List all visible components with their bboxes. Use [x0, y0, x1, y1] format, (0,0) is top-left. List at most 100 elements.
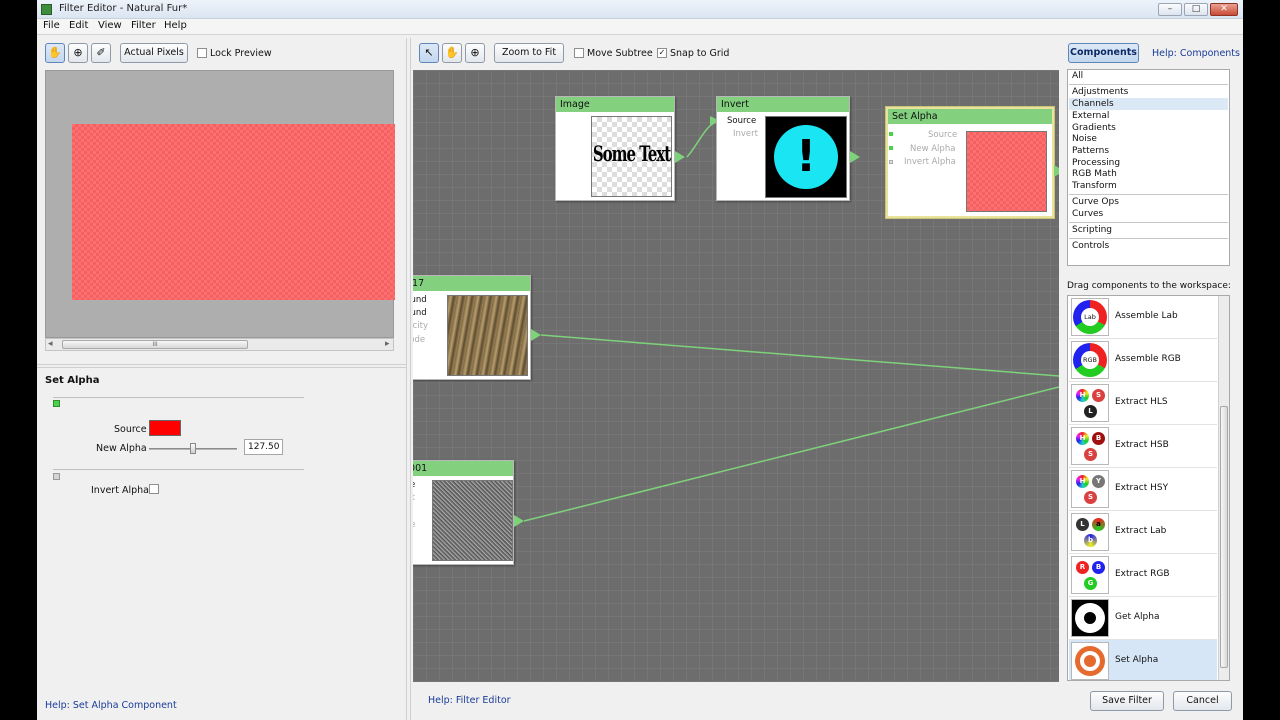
canvas-zoom-tool[interactable]: ⊕ [465, 43, 485, 63]
group-collapse-icon[interactable] [53, 473, 60, 480]
category-item-all[interactable]: All [1069, 70, 1228, 82]
menu-edit[interactable]: Edit [69, 20, 88, 31]
group-expand-icon[interactable] [53, 400, 60, 407]
menu-file[interactable]: File [43, 20, 60, 31]
snap-to-grid-label: Snap to Grid [670, 48, 730, 59]
noise-port-source[interactable]: rce [413, 480, 415, 490]
splitter-vertical[interactable] [406, 38, 411, 720]
noise-node-header[interactable]: .001 [413, 461, 513, 476]
category-item-scripting[interactable]: Scripting [1069, 224, 1228, 236]
components-button[interactable]: Components [1068, 43, 1139, 63]
canvas-hand-tool[interactable]: ✋ [442, 43, 462, 63]
category-item-channels[interactable]: Channels [1069, 98, 1228, 110]
set-alpha-node[interactable]: Set Alpha Source New Alpha Invert Alpha [886, 107, 1054, 218]
component-extract-hls[interactable]: H S L Extract HLS [1069, 382, 1217, 425]
invert-node-header[interactable]: Invert [717, 97, 849, 112]
preview-hand-tool[interactable]: ✋ [45, 43, 65, 63]
image-node[interactable]: Image Some Text [555, 96, 675, 201]
zoom-to-fit-button[interactable]: Zoom to Fit [494, 43, 564, 63]
save-filter-button[interactable]: Save Filter [1090, 691, 1164, 711]
component-assemble-lab[interactable]: Lab Assemble Lab [1069, 296, 1217, 339]
invert-alpha-checkbox[interactable] [149, 484, 159, 494]
app-icon [41, 4, 52, 15]
preview-viewport[interactable] [45, 70, 395, 338]
preview-horizontal-scrollbar[interactable]: ◂ III ▸ [45, 338, 394, 351]
help-set-alpha-link[interactable]: Help: Set Alpha Component [45, 700, 177, 711]
invert-node[interactable]: Invert Source Invert ! [716, 96, 850, 201]
component-get-alpha[interactable]: Get Alpha [1069, 597, 1217, 640]
blend-node-output-port[interactable] [531, 329, 541, 341]
menu-help[interactable]: Help [164, 20, 187, 31]
invert-port-source[interactable]: Source [727, 116, 756, 126]
component-extract-hsy[interactable]: H Y S Extract HSY [1069, 468, 1217, 511]
scroll-right-icon[interactable]: ▸ [385, 339, 390, 349]
actual-pixels-button[interactable]: Actual Pixels [120, 43, 188, 63]
noise-port-contrast[interactable]: ast [413, 493, 415, 503]
snap-to-grid-checkbox[interactable]: ✓ [657, 48, 667, 58]
set-alpha-node-header[interactable]: Set Alpha [888, 109, 1052, 124]
component-list-scroll-thumb[interactable] [1220, 406, 1228, 668]
assemble-rgb-icon: RGB [1071, 341, 1109, 379]
new-alpha-value-input[interactable]: 127.50 [244, 439, 283, 455]
category-item-rgb-math[interactable]: RGB Math [1069, 168, 1228, 180]
set-alpha-port-invert-alpha[interactable]: Invert Alpha [904, 157, 956, 167]
set-alpha-port-new-alpha[interactable]: New Alpha [910, 144, 955, 154]
new-alpha-slider-thumb[interactable] [190, 443, 196, 454]
category-item-adjustments[interactable]: Adjustments [1069, 86, 1228, 98]
blend-node-header[interactable]: 017 [413, 276, 530, 291]
help-filter-editor-link[interactable]: Help: Filter Editor [428, 695, 511, 706]
image-node-thumbnail: Some Text [591, 116, 672, 197]
blend-port-foreground[interactable]: round [413, 308, 427, 318]
preview-eyedropper-tool[interactable]: ✐ [91, 43, 111, 63]
hand-icon: ✋ [445, 46, 459, 59]
scroll-left-icon[interactable]: ◂ [48, 339, 53, 349]
category-list[interactable]: All Adjustments Channels External Gradie… [1067, 69, 1230, 266]
component-extract-lab[interactable]: L a b Extract Lab [1069, 511, 1217, 554]
zoom-icon: ⊕ [73, 46, 83, 59]
splitter-horizontal[interactable] [37, 364, 406, 368]
image-node-header[interactable]: Image [556, 97, 674, 112]
lock-preview-checkbox[interactable] [197, 48, 207, 58]
move-subtree-checkbox[interactable] [574, 48, 584, 58]
invert-port-invert[interactable]: Invert [733, 129, 758, 139]
blend-port-mode[interactable]: Mode [413, 335, 425, 345]
source-color-swatch[interactable] [149, 420, 181, 436]
canvas-select-tool[interactable]: ↖ [419, 43, 439, 63]
noise-node[interactable]: .001 rce ast us me [413, 460, 514, 565]
help-components-link[interactable]: Help: Components [1152, 48, 1240, 59]
close-button[interactable]: ✕ [1210, 3, 1238, 16]
category-separator [1069, 222, 1228, 223]
menu-filter[interactable]: Filter [131, 20, 156, 31]
cancel-button[interactable]: Cancel [1173, 691, 1232, 711]
blend-port-opacity[interactable]: pacity [413, 321, 428, 331]
blend-node[interactable]: 017 round round pacity Mode [413, 275, 531, 380]
blend-port-background[interactable]: round [413, 295, 427, 305]
set-alpha-port-source[interactable]: Source [928, 130, 957, 140]
workspace-canvas[interactable]: Image Some Text Invert Source Invert ! S… [413, 70, 1059, 682]
noise-port-time[interactable]: me [413, 520, 416, 530]
component-list-scrollbar[interactable] [1218, 296, 1229, 680]
maximize-button[interactable]: □ [1184, 3, 1208, 16]
category-item-external[interactable]: External [1069, 110, 1228, 122]
menu-view[interactable]: View [98, 20, 122, 31]
preview-zoom-tool[interactable]: ⊕ [68, 43, 88, 63]
invert-node-output-port[interactable] [850, 151, 860, 163]
category-item-noise[interactable]: Noise [1069, 133, 1228, 145]
component-assemble-rgb[interactable]: RGB Assemble RGB [1069, 339, 1217, 382]
component-list[interactable]: Lab Assemble Lab RGB Assemble RGB H S L … [1067, 295, 1230, 681]
category-item-curve-ops[interactable]: Curve Ops [1069, 196, 1228, 208]
component-extract-rgb[interactable]: R B G Extract RGB [1069, 554, 1217, 597]
component-extract-hsb[interactable]: H B S Extract HSB [1069, 425, 1217, 468]
category-item-controls[interactable]: Controls [1069, 240, 1228, 252]
category-item-curves[interactable]: Curves [1069, 208, 1228, 220]
minimize-button[interactable]: – [1158, 3, 1182, 16]
component-set-alpha[interactable]: Set Alpha [1069, 640, 1217, 680]
category-item-transform[interactable]: Transform [1069, 180, 1228, 192]
properties-title: Set Alpha [45, 375, 100, 386]
scroll-thumb[interactable]: III [62, 340, 248, 349]
set-alpha-node-output-port[interactable] [1054, 165, 1059, 177]
noise-node-output-port[interactable] [514, 515, 524, 527]
category-item-patterns[interactable]: Patterns [1069, 145, 1228, 157]
component-name: Extract Lab [1115, 526, 1167, 536]
image-node-output-port[interactable] [675, 151, 685, 163]
